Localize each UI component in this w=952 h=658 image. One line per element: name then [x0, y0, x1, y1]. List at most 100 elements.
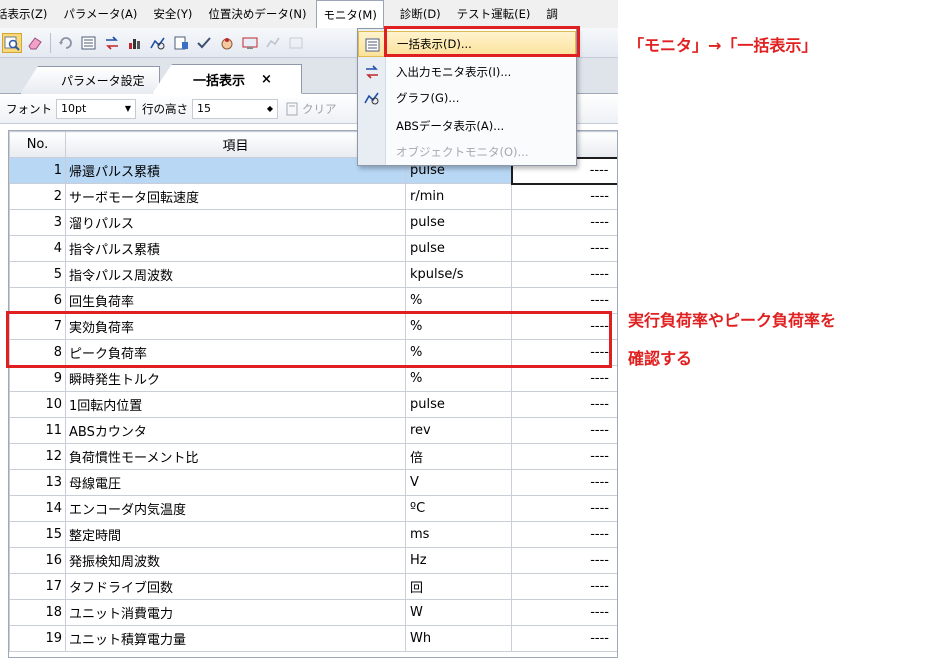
row-unit: W [405, 599, 512, 626]
row-item: ユニット消費電力 [65, 599, 406, 626]
table-annotation-note-line1: 実行負荷率やピーク負荷率を [628, 311, 837, 330]
tab-close-icon[interactable]: × [261, 72, 272, 87]
row-no: 14 [9, 495, 66, 522]
row-value[interactable]: ---- [511, 365, 617, 392]
menu-item-io-monitor-label: 入出力モニタ表示(I)... [396, 65, 512, 79]
table-row[interactable]: 2 サーボモータ回転速度 r/min ---- [9, 183, 617, 210]
row-unit: Hz [405, 547, 512, 574]
table-row[interactable]: 19 ユニット積算電力量 Wh ---- [9, 625, 617, 652]
menu-bar: 話表示(Z) パラメータ(A) 安全(Y) 位置決めデータ(N) モニタ(M) … [0, 0, 618, 28]
table-row[interactable]: 3 溜りパルス pulse ---- [9, 209, 617, 236]
row-value[interactable]: ---- [511, 235, 617, 262]
tab-batch-display[interactable]: 一括表示 × [152, 64, 302, 94]
toolbar-bar-chart-icon[interactable] [125, 33, 145, 53]
toolbar-document-icon[interactable] [171, 33, 191, 53]
row-value[interactable]: ---- [511, 625, 617, 652]
toolbar-refresh-icon[interactable] [56, 33, 76, 53]
menu-item-abs-data[interactable]: ABSデータ表示(A)... [358, 113, 576, 139]
row-item: ABSカウンタ [65, 417, 406, 444]
toolbar-disabled-icon-2[interactable] [286, 33, 306, 53]
tab-parameter-settings[interactable]: パラメータ設定 [20, 66, 160, 94]
toolbar-batch-display-icon[interactable] [79, 33, 99, 53]
clear-button[interactable]: クリア [286, 101, 337, 117]
row-no: 12 [9, 443, 66, 470]
font-size-select[interactable]: 10pt ▼ [56, 98, 136, 119]
menu-item-graph[interactable]: グラフ(G)... [358, 85, 576, 111]
table-row[interactable]: 16 発振検知周波数 Hz ---- [9, 547, 617, 574]
table-row[interactable]: 5 指令パルス周波数 kpulse/s ---- [9, 261, 617, 288]
row-value[interactable]: ---- [511, 573, 617, 600]
row-value[interactable]: ---- [511, 547, 617, 574]
menu-safety[interactable]: 安全(Y) [147, 0, 192, 28]
table-row[interactable]: 10 1回転内位置 pulse ---- [9, 391, 617, 418]
row-no: 17 [9, 573, 66, 600]
toolbar-disabled-icon[interactable] [263, 33, 283, 53]
row-value[interactable]: ---- [511, 443, 617, 470]
toolbar-hand-icon[interactable] [217, 33, 237, 53]
table-row[interactable]: 14 エンコーダ内気温度 ºC ---- [9, 495, 617, 522]
row-unit: % [405, 287, 512, 314]
row-value[interactable]: ---- [511, 417, 617, 444]
spin-arrows-icon[interactable]: ◆ [267, 104, 273, 113]
table-row[interactable]: 15 整定時間 ms ---- [9, 521, 617, 548]
toolbar-graph-icon[interactable] [148, 33, 168, 53]
row-value[interactable]: ---- [511, 391, 617, 418]
menu-item-graph-label: グラフ(G)... [396, 91, 460, 105]
toolbar-eraser-icon[interactable] [25, 33, 45, 53]
row-unit: rev [405, 417, 512, 444]
row-item: エンコーダ内気温度 [65, 495, 406, 522]
row-value[interactable]: ---- [511, 495, 617, 522]
table-annotation-note-line2: 確認する [628, 349, 693, 368]
row-item: サーボモータ回転速度 [65, 183, 406, 210]
menu-view[interactable]: 話表示(Z) [0, 0, 47, 28]
row-no: 9 [9, 365, 66, 392]
menu-adjust[interactable]: 調 [540, 0, 558, 28]
table-row[interactable]: 6 回生負荷率% ---- [9, 287, 617, 314]
row-value[interactable]: ---- [511, 599, 617, 626]
batch-display-icon [364, 36, 382, 54]
toolbar-io-monitor-icon[interactable] [102, 33, 122, 53]
row-unit: pulse [405, 209, 512, 236]
row-no: 18 [9, 599, 66, 626]
row-unit: 倍 [405, 443, 512, 470]
row-value[interactable]: ---- [511, 261, 617, 288]
batch-display-table: No. 項目 1 帰還パルス累積 pulse ---- 2 サーボモータ回転速度 r/min… [8, 130, 618, 658]
table-row[interactable]: 11 ABSカウンタ rev ---- [9, 417, 617, 444]
row-item: 発振検知周波数 [65, 547, 406, 574]
row-unit: pulse [405, 235, 512, 262]
row-value[interactable]: ---- [511, 209, 617, 236]
toolbar-search-icon[interactable] [2, 32, 22, 53]
menu-diagnosis[interactable]: 診断(D) [394, 0, 441, 28]
row-value[interactable]: ---- [511, 469, 617, 496]
row-item: 母線電圧 [65, 469, 406, 496]
table-row[interactable]: 9 瞬時発生トルク% ---- [9, 365, 617, 392]
row-unit: 回 [405, 573, 512, 600]
row-value[interactable]: ---- [511, 521, 617, 548]
row-no: 19 [9, 625, 66, 652]
table-row[interactable]: 12 負荷慣性モーメント比倍 ---- [9, 443, 617, 470]
row-no: 11 [9, 417, 66, 444]
row-item: 整定時間 [65, 521, 406, 548]
menu-item-io-monitor[interactable]: 入出力モニタ表示(I)... [358, 59, 576, 85]
menu-test-run[interactable]: テスト運転(E) [451, 0, 531, 28]
table-row[interactable]: 18 ユニット消費電力 W ---- [9, 599, 617, 626]
font-label: フォント [6, 101, 52, 116]
row-height-stepper[interactable]: 15 ◆ [192, 98, 278, 119]
row-value[interactable]: ---- [511, 183, 617, 210]
table-row[interactable]: 13 母線電圧 V ---- [9, 469, 617, 496]
menu-parameter[interactable]: パラメータ(A) [57, 0, 137, 28]
table-row[interactable]: 17 タフドライブ回数回 ---- [9, 573, 617, 600]
row-no: 2 [9, 183, 66, 210]
row-value[interactable]: ---- [511, 287, 617, 314]
table-row[interactable]: 4 指令パルス累積 pulse ---- [9, 235, 617, 262]
menu-positioning-data[interactable]: 位置決めデータ(N) [202, 0, 306, 28]
row-item: 回生負荷率 [65, 287, 406, 314]
tab-parameter-settings-label: パラメータ設定 [61, 74, 145, 88]
toolbar-check-icon[interactable] [194, 33, 214, 53]
menu-item-object-monitor-label: オブジェクトモニタ(O)... [396, 145, 529, 159]
chevron-down-icon: ▼ [124, 104, 131, 113]
toolbar-screen-icon[interactable] [240, 33, 260, 53]
row-no: 10 [9, 391, 66, 418]
row-height-label: 行の高さ [142, 101, 188, 116]
menu-monitor[interactable]: モニタ(M) [316, 0, 384, 28]
